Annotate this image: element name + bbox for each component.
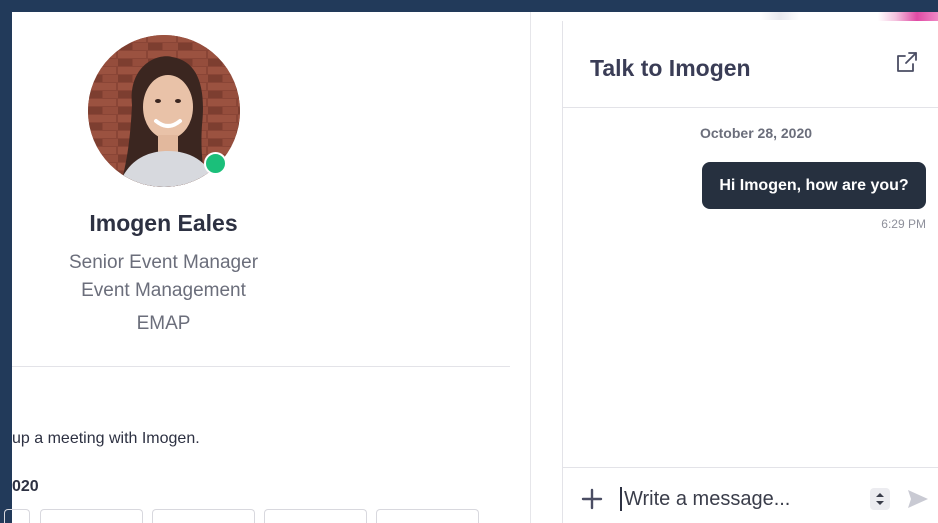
window-frame-left [0,0,12,523]
meeting-slot[interactable] [4,509,30,523]
decorative-shadow [760,12,800,20]
online-status-indicator [204,152,227,175]
meeting-slot[interactable] [376,509,479,523]
chat-panel: Talk to Imogen October 28, 2020 Hi Imoge… [562,21,938,523]
message-bubble-outgoing: Hi Imogen, how are you? [702,162,926,209]
stepper-arrows-icon [876,493,884,505]
meeting-slot[interactable] [264,509,367,523]
window-frame-top [0,0,938,12]
date-separator: October 28, 2020 [699,125,813,141]
meeting-date-heading: 020 [12,478,39,495]
chat-header: Talk to Imogen [563,21,938,108]
meeting-slot-list [4,509,502,523]
profile-job-title: Senior Event Manager [68,252,259,273]
profile-department: Event Management [81,280,246,301]
profile-organization: EMAP [136,313,191,334]
scroll-stepper[interactable] [870,488,890,510]
section-divider [12,366,510,367]
profile-name: Imogen Eales [89,210,238,236]
chat-title: Talk to Imogen [590,55,751,81]
message-timestamp: 6:29 PM [881,217,926,231]
meeting-slot[interactable] [152,509,255,523]
profile-panel: Imogen Eales Senior Event Manager Event … [4,12,531,523]
external-link-icon[interactable] [896,51,918,73]
message-input[interactable] [620,484,860,514]
meeting-slot[interactable] [40,509,143,523]
plus-icon[interactable] [581,488,603,510]
meeting-instructions: up a meeting with Imogen. [12,430,200,447]
message-composer [563,467,938,523]
send-icon[interactable] [906,488,930,510]
